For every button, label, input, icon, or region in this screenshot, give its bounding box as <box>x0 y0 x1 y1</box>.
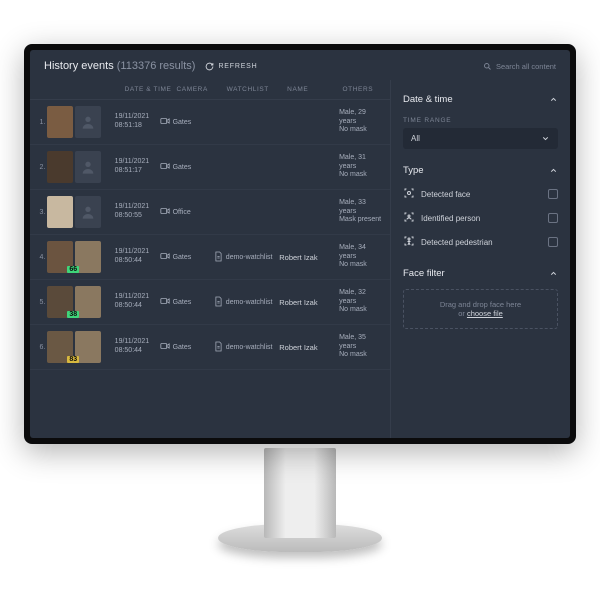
table-row[interactable]: 2. 19/11/202108:51:17Gates Male, 31 yearsN… <box>30 145 390 190</box>
match-score: 38 <box>67 311 79 318</box>
row-camera: Gates <box>160 252 214 262</box>
row-index: 6. <box>36 344 47 351</box>
match-score: 66 <box>67 266 79 273</box>
row-index: 4. <box>36 254 47 261</box>
refresh-icon <box>205 62 214 71</box>
document-icon <box>214 296 223 309</box>
filter-face-header[interactable]: Face filter <box>403 262 558 285</box>
chevron-up-icon <box>549 95 558 104</box>
placeholder-thumb <box>75 151 101 183</box>
row-datetime: 19/11/202108:50:44 <box>115 338 160 356</box>
row-camera: Office <box>160 207 214 217</box>
chevron-up-icon <box>549 269 558 278</box>
row-others: Male, 33 yearsMask present <box>339 199 384 225</box>
row-index: 3. <box>36 209 47 216</box>
choose-file-link[interactable]: choose file <box>467 309 503 318</box>
col-watchlist[interactable]: WATCHLIST <box>227 86 288 93</box>
row-datetime: 19/11/202108:50:44 <box>115 293 160 311</box>
row-watchlist: demo-watchlist <box>214 251 279 264</box>
camera-icon <box>160 297 170 307</box>
row-others: Male, 29 yearsNo mask <box>339 109 384 135</box>
camera-icon <box>160 342 170 352</box>
table-row[interactable]: 6. 83 19/11/202108:50:44Gatesdemo-watchlis… <box>30 325 390 370</box>
row-others: Male, 32 yearsNo mask <box>339 289 384 315</box>
search-icon <box>483 62 492 71</box>
checkbox[interactable] <box>548 213 558 223</box>
scan-icon <box>403 187 415 201</box>
row-others: Male, 34 yearsNo mask <box>339 244 384 270</box>
row-name: Robert Izak <box>279 253 339 262</box>
table-row[interactable]: 3. 19/11/202108:50:55Office Male, 33 years… <box>30 190 390 235</box>
camera-icon <box>160 117 170 127</box>
row-index: 5. <box>36 299 47 306</box>
row-watchlist: demo-watchlist <box>214 296 279 309</box>
face-thumb <box>47 106 73 138</box>
filter-type-header[interactable]: Type <box>403 159 558 182</box>
row-datetime: 19/11/202108:51:17 <box>115 158 160 176</box>
search-input[interactable]: Search all content <box>483 62 556 71</box>
match-thumb <box>75 331 101 363</box>
row-datetime: 19/11/202108:50:44 <box>115 248 160 266</box>
type-option[interactable]: Detected pedestrian <box>403 230 558 254</box>
scan-icon <box>403 211 415 225</box>
placeholder-thumb <box>75 196 101 228</box>
col-others[interactable]: OTHERS <box>342 86 384 93</box>
camera-icon <box>160 162 170 172</box>
row-datetime: 19/11/202108:50:55 <box>115 203 160 221</box>
col-name[interactable]: NAME <box>287 86 342 93</box>
chevron-down-icon <box>541 134 550 143</box>
match-thumb <box>75 241 101 273</box>
table-header: DATE & TIME CAMERA WATCHLIST NAME OTHERS <box>30 80 390 100</box>
row-camera: Gates <box>160 342 214 352</box>
checkbox[interactable] <box>548 189 558 199</box>
row-name: Robert Izak <box>279 343 339 352</box>
row-watchlist: demo-watchlist <box>214 341 279 354</box>
refresh-button[interactable]: REFRESH <box>205 62 257 71</box>
row-others: Male, 31 yearsNo mask <box>339 154 384 180</box>
scan-icon <box>403 235 415 249</box>
row-index: 2. <box>36 164 47 171</box>
checkbox[interactable] <box>548 237 558 247</box>
col-date-time[interactable]: DATE & TIME <box>125 86 177 93</box>
face-dropzone[interactable]: Drag and drop face here or choose file <box>403 289 558 329</box>
camera-icon <box>160 252 170 262</box>
match-score: 83 <box>67 356 79 363</box>
row-datetime: 19/11/202108:51:18 <box>115 113 160 131</box>
table-row[interactable]: 5. 38 19/11/202108:50:44Gatesdemo-watchlis… <box>30 280 390 325</box>
camera-icon <box>160 207 170 217</box>
type-option[interactable]: Detected face <box>403 182 558 206</box>
match-thumb <box>75 286 101 318</box>
row-index: 1. <box>36 119 47 126</box>
table-row[interactable]: 1. 19/11/202108:51:18Gates Male, 29 yearsN… <box>30 100 390 145</box>
row-camera: Gates <box>160 297 214 307</box>
document-icon <box>214 341 223 354</box>
chevron-up-icon <box>549 166 558 175</box>
time-range-select[interactable]: All <box>403 128 558 149</box>
page-title: History events (113376 results) <box>44 60 195 72</box>
table-row[interactable]: 4. 66 19/11/202108:50:44Gatesdemo-watchlis… <box>30 235 390 280</box>
face-thumb <box>47 196 73 228</box>
row-others: Male, 35 yearsNo mask <box>339 334 384 360</box>
row-name: Robert Izak <box>279 298 339 307</box>
type-option[interactable]: Identified person <box>403 206 558 230</box>
placeholder-thumb <box>75 106 101 138</box>
filter-date-time-header[interactable]: Date & time <box>403 88 558 111</box>
document-icon <box>214 251 223 264</box>
face-thumb <box>47 151 73 183</box>
time-range-label: TIME RANGE <box>403 117 558 124</box>
row-camera: Gates <box>160 117 214 127</box>
col-camera[interactable]: CAMERA <box>177 86 227 93</box>
row-camera: Gates <box>160 162 214 172</box>
results-count: (113376 results) <box>117 60 196 72</box>
